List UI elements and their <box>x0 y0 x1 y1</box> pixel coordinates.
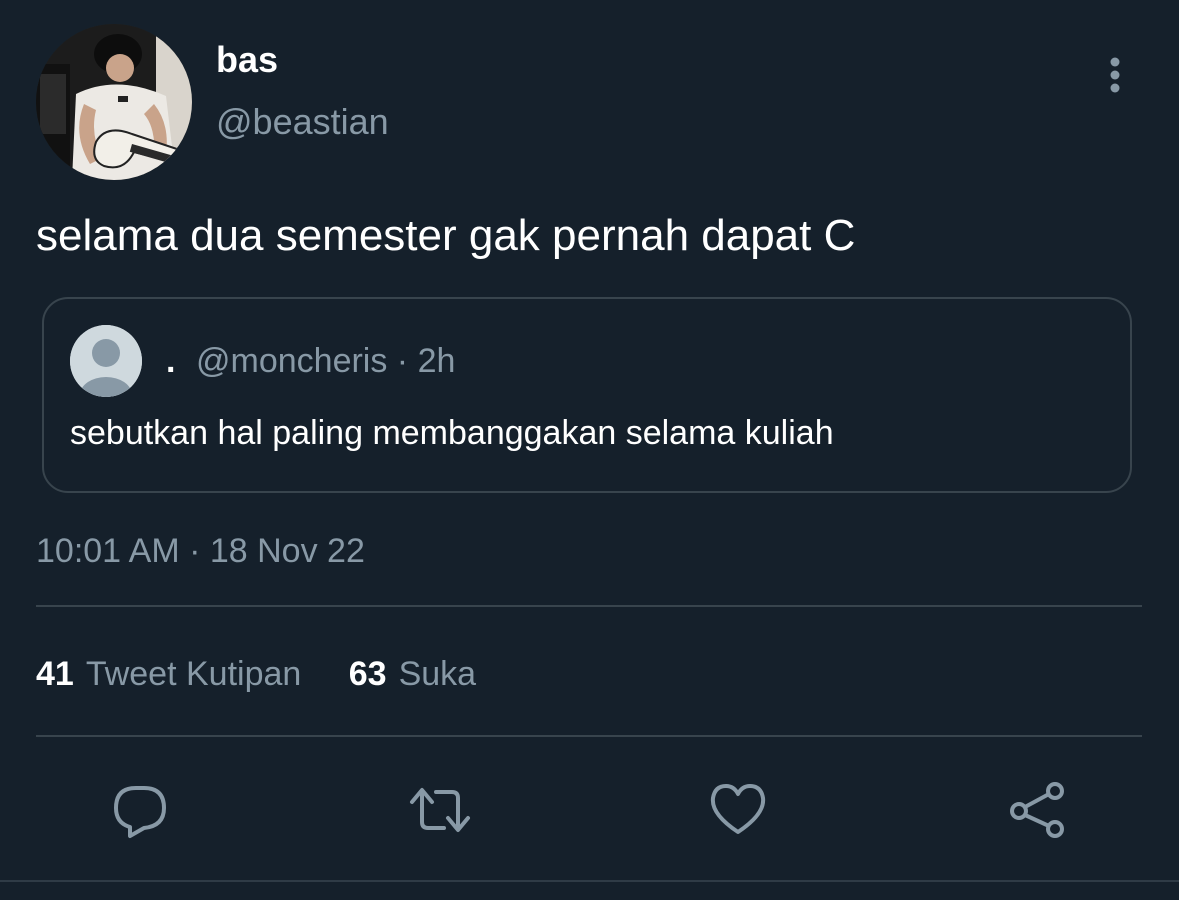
likes-stat[interactable]: 63 Suka <box>349 652 476 696</box>
quoted-display-name: . <box>166 342 176 380</box>
quote-tweets-label: Tweet Kutipan <box>85 655 302 693</box>
quote-tweets-count: 41 <box>36 655 74 693</box>
share-button[interactable] <box>1006 778 1070 842</box>
reply-button[interactable] <box>108 778 172 842</box>
likes-count: 63 <box>348 655 387 693</box>
divider <box>36 605 1142 607</box>
more-options-icon[interactable] <box>1100 56 1130 96</box>
quoted-handle-time: @moncheris · 2h <box>196 342 456 380</box>
divider <box>36 735 1142 737</box>
tweet-text: selama dua semester gak pernah dapat C <box>36 211 856 260</box>
retweet-button[interactable] <box>408 778 472 842</box>
tweet-timestamp[interactable]: 10:01 AM · 18 Nov 22 <box>36 530 365 572</box>
tweet-detail: bas @beastian selama dua semester gak pe… <box>0 0 1179 900</box>
like-button[interactable] <box>706 778 770 842</box>
quoted-tweet-text: sebutkan hal paling membanggakan selama … <box>70 414 834 452</box>
author-handle[interactable]: @beastian <box>216 100 389 144</box>
quoted-tweet-card[interactable]: . @moncheris · 2h sebutkan hal paling me… <box>42 297 1132 493</box>
quote-tweets-stat[interactable]: 41 Tweet Kutipan <box>36 652 301 696</box>
default-profile-icon <box>70 325 142 397</box>
author-avatar[interactable] <box>36 24 192 180</box>
retweet-icon <box>410 788 470 832</box>
comment-icon <box>114 786 166 838</box>
bottom-divider <box>0 880 1179 882</box>
likes-label: Suka <box>398 655 477 693</box>
profile-photo-image <box>36 24 192 180</box>
author-display-name[interactable]: bas <box>216 38 278 82</box>
share-icon <box>1010 782 1064 838</box>
tweet-stats: 41 Tweet Kutipan 63 Suka <box>36 652 476 696</box>
heart-icon <box>710 784 766 834</box>
